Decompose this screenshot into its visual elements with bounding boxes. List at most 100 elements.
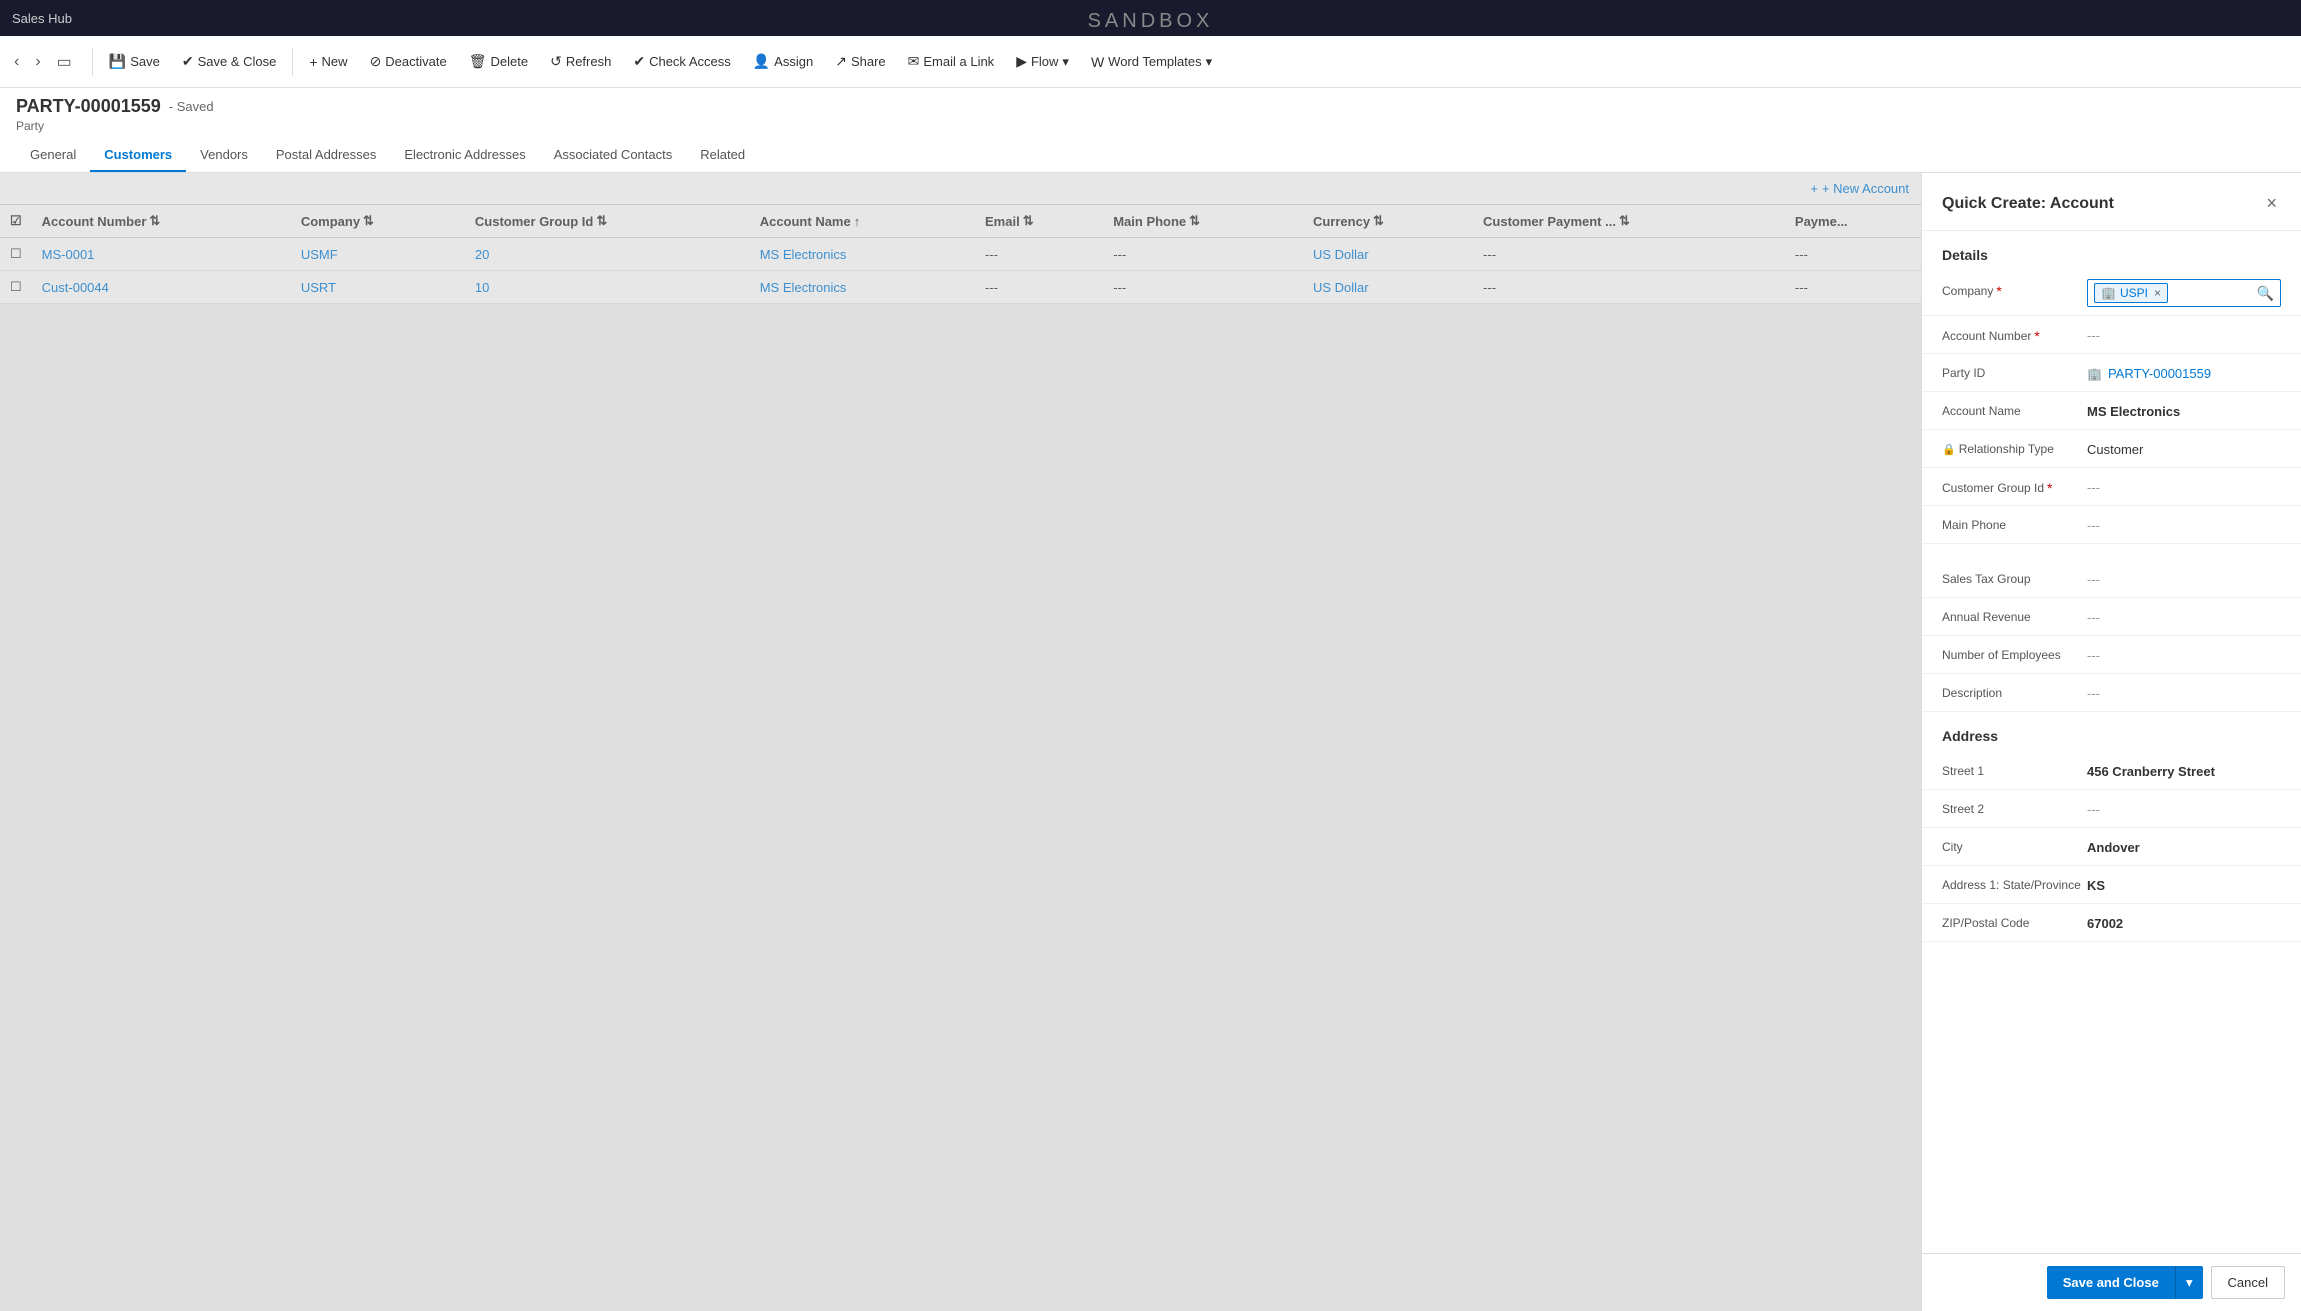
cancel-button[interactable]: Cancel [2211, 1266, 2285, 1299]
row2-currency[interactable]: US Dollar [1303, 271, 1473, 304]
delete-button[interactable]: 🗑 Delete [459, 47, 538, 76]
back-icon: ‹ [14, 53, 19, 70]
company-input-wrap[interactable]: 🏢 USPI × 🔍 [2087, 279, 2281, 307]
sort-icon-customer-payment: ⇅ [1619, 213, 1630, 229]
save-and-close-label: Save and Close [2063, 1275, 2159, 1290]
new-button[interactable]: + New [299, 48, 357, 76]
field-state-province: Address 1: State/Province KS [1922, 866, 2301, 904]
sort-icon-currency: ⇅ [1373, 213, 1384, 229]
table-row: ☐ MS-0001 USMF 20 MS Electronics --- ---… [0, 238, 1921, 271]
row1-account-number[interactable]: MS-0001 [32, 238, 291, 271]
refresh-label: Refresh [566, 54, 612, 69]
row1-customer-group-id[interactable]: 20 [465, 238, 750, 271]
tab-postal-addresses[interactable]: Postal Addresses [262, 139, 390, 172]
label-account-name: Account Name [1942, 400, 2087, 418]
th-email[interactable]: Email ⇅ [975, 205, 1103, 238]
th-currency[interactable]: Currency ⇅ [1303, 205, 1473, 238]
row2-company[interactable]: USRT [291, 271, 465, 304]
tab-associated-contacts[interactable]: Associated Contacts [540, 139, 687, 172]
value-city: Andover [2087, 836, 2281, 855]
new-account-bar: + + New Account [0, 173, 1921, 205]
tab-electronic-addresses[interactable]: Electronic Addresses [390, 139, 539, 172]
check-access-icon: ✔ [633, 53, 645, 70]
tab-general[interactable]: General [16, 139, 90, 172]
th-customer-group-id[interactable]: Customer Group Id ⇅ [465, 205, 750, 238]
value-zip-code: 67002 [2087, 912, 2281, 931]
refresh-button[interactable]: ↺ Refresh [540, 47, 621, 76]
row2-customer-payment: --- [1473, 271, 1785, 304]
th-main-phone[interactable]: Main Phone ⇅ [1103, 205, 1303, 238]
sort-icon-account-number: ⇅ [149, 213, 160, 229]
party-id-link[interactable]: 🏢 PARTY-00001559 [2087, 366, 2281, 381]
deactivate-button[interactable]: ⊘ Deactivate [360, 47, 457, 76]
row1-currency[interactable]: US Dollar [1303, 238, 1473, 271]
th-check: ☑ [0, 205, 32, 238]
company-chip-remove-button[interactable]: × [2154, 286, 2161, 300]
toolbar: ‹ › ▭ 💾 Save ✔ Save & Close + New ⊘ Deac… [0, 36, 2301, 88]
th-customer-payment[interactable]: Customer Payment ... ⇅ [1473, 205, 1785, 238]
new-account-button[interactable]: + + New Account [1810, 181, 1909, 196]
label-party-id: Party ID [1942, 362, 2087, 380]
delete-label: Delete [491, 54, 529, 69]
save-button[interactable]: 💾 Save [99, 47, 170, 76]
row2-check[interactable]: ☐ [0, 271, 32, 304]
row1-check[interactable]: ☐ [0, 238, 32, 271]
save-and-close-button[interactable]: Save and Close [2047, 1266, 2175, 1299]
pop-out-button[interactable]: ▭ [51, 48, 78, 76]
deactivate-label: Deactivate [385, 54, 446, 69]
share-icon: ↗ [835, 53, 847, 70]
th-payment[interactable]: Payme... [1785, 205, 1921, 238]
save-close-button[interactable]: ✔ Save & Close [172, 47, 287, 76]
save-icon: 💾 [109, 53, 126, 70]
label-zip-code: ZIP/Postal Code [1942, 912, 2087, 930]
field-number-of-employees: Number of Employees --- [1922, 636, 2301, 674]
check-access-button[interactable]: ✔ Check Access [623, 47, 740, 76]
th-account-number[interactable]: Account Number ⇅ [32, 205, 291, 238]
record-id: PARTY-00001559 [16, 96, 161, 117]
row1-payment: --- [1785, 238, 1921, 271]
row1-account-name[interactable]: MS Electronics [750, 238, 975, 271]
th-account-name[interactable]: Account Name ↑ [750, 205, 975, 238]
forward-button[interactable]: › [29, 48, 46, 76]
cancel-label: Cancel [2228, 1275, 2268, 1290]
row2-account-name[interactable]: MS Electronics [750, 271, 975, 304]
th-company[interactable]: Company ⇅ [291, 205, 465, 238]
select-all-checkbox[interactable]: ☑ [10, 213, 22, 228]
save-close-label: Save & Close [198, 54, 277, 69]
flow-dropdown-icon: ▾ [1062, 54, 1069, 70]
field-sales-tax-group: Sales Tax Group --- [1922, 560, 2301, 598]
row2-customer-group-id[interactable]: 10 [465, 271, 750, 304]
field-company: Company * 🏢 USPI × 🔍 [1922, 271, 2301, 316]
word-templates-button[interactable]: W Word Templates ▾ [1081, 48, 1222, 76]
row2-phone: --- [1103, 271, 1303, 304]
email-link-button[interactable]: ✉ Email a Link [898, 47, 1005, 76]
row1-email: --- [975, 238, 1103, 271]
label-description: Description [1942, 682, 2087, 700]
flow-button[interactable]: ▶ Flow ▾ [1006, 47, 1079, 76]
company-search-icon[interactable]: 🔍 [2257, 285, 2274, 302]
quick-create-close-button[interactable]: × [2262, 189, 2281, 218]
value-sales-tax-group: --- [2087, 568, 2281, 587]
sort-icon-company: ⇅ [363, 213, 374, 229]
flow-icon: ▶ [1016, 53, 1027, 70]
share-button[interactable]: ↗ Share [825, 47, 895, 76]
email-link-label: Email a Link [923, 54, 994, 69]
company-chip-value: USPI [2120, 286, 2148, 300]
back-button[interactable]: ‹ [8, 48, 25, 76]
close-icon: × [2266, 193, 2277, 213]
toolbar-separator-2 [292, 48, 293, 76]
value-party-id: 🏢 PARTY-00001559 [2087, 362, 2281, 381]
row2-account-number[interactable]: Cust-00044 [32, 271, 291, 304]
assign-button[interactable]: 👤 Assign [743, 47, 823, 76]
tab-vendors[interactable]: Vendors [186, 139, 262, 172]
row1-company[interactable]: USMF [291, 238, 465, 271]
tab-customers[interactable]: Customers [90, 139, 186, 172]
assign-icon: 👤 [753, 53, 770, 70]
label-number-of-employees: Number of Employees [1942, 644, 2087, 662]
main-content: + + New Account ☑ Account Number ⇅ [0, 173, 2301, 1311]
save-close-dropdown-button[interactable]: ▾ [2175, 1266, 2203, 1299]
customers-table: ☑ Account Number ⇅ Company ⇅ [0, 205, 1921, 304]
new-account-plus-icon: + [1810, 181, 1818, 196]
tab-related[interactable]: Related [686, 139, 759, 172]
value-account-name: MS Electronics [2087, 400, 2281, 419]
